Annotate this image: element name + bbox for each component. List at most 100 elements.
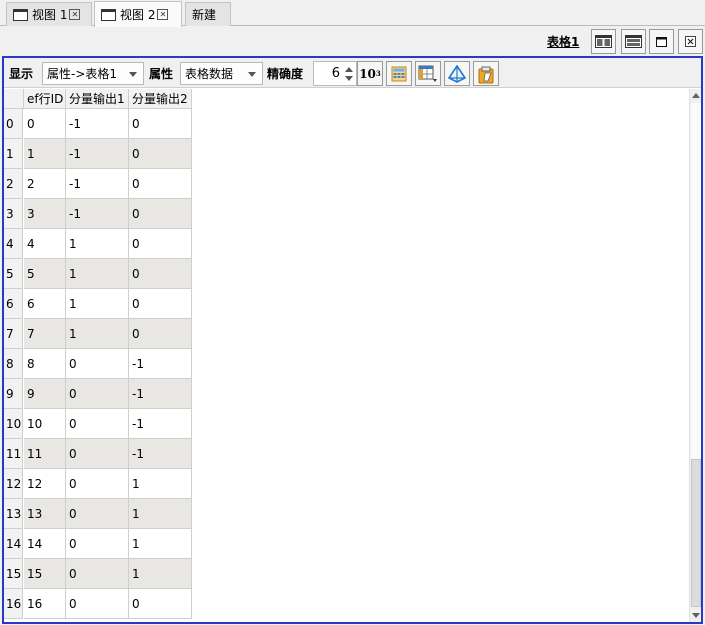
column-header[interactable]: ef行ID [24, 89, 66, 109]
scientific-notation-button[interactable]: 10 3 [357, 61, 383, 86]
column-chooser-button[interactable] [415, 61, 441, 86]
row-header[interactable]: 7 [4, 319, 23, 349]
table-cell[interactable]: 1 [66, 229, 129, 259]
3d-view-button[interactable] [444, 61, 470, 86]
tab-close-icon[interactable]: ✕ [69, 9, 81, 20]
table-cell[interactable]: 0 [66, 499, 129, 529]
tab-new[interactable]: 新建 [185, 2, 231, 26]
table-cell[interactable]: 1 [66, 319, 129, 349]
tab-close-icon[interactable]: ✕ [157, 9, 169, 20]
scroll-thumb[interactable] [691, 459, 701, 607]
table-cell[interactable]: 0 [66, 529, 129, 559]
table-cell[interactable]: 0 [129, 319, 192, 349]
table-cell[interactable]: 10 [24, 409, 66, 439]
table-cell[interactable]: 0 [129, 289, 192, 319]
close-view-button[interactable] [678, 29, 703, 54]
table-cell[interactable]: 0 [66, 469, 129, 499]
table-cell[interactable]: 9 [24, 379, 66, 409]
table-cell[interactable]: 0 [129, 589, 192, 619]
scroll-down-icon[interactable] [692, 613, 700, 618]
row-header[interactable]: 2 [4, 169, 23, 199]
table-cell[interactable]: 1 [129, 499, 192, 529]
table-cell[interactable]: 0 [66, 439, 129, 469]
table-cell[interactable]: -1 [129, 439, 192, 469]
table-cell[interactable]: -1 [129, 409, 192, 439]
table-cell[interactable]: 14 [24, 529, 66, 559]
calculator-button[interactable] [386, 61, 412, 86]
table-cell[interactable]: 0 [66, 349, 129, 379]
table-cell[interactable]: -1 [66, 169, 129, 199]
table-cell[interactable]: 0 [66, 559, 129, 589]
table-cell[interactable]: 16 [24, 589, 66, 619]
table-cell[interactable]: -1 [66, 199, 129, 229]
split-horizontal-button[interactable] [621, 29, 646, 54]
row-header[interactable]: 15 [4, 559, 23, 589]
table-cell[interactable]: 0 [129, 109, 192, 139]
attribute-select-value: 表格数据 [185, 67, 234, 81]
clipboard-button[interactable] [473, 61, 499, 86]
row-header[interactable]: 14 [4, 529, 23, 559]
corner-header[interactable] [4, 89, 24, 109]
attribute-select[interactable]: 表格数据 [180, 62, 263, 85]
scroll-up-icon[interactable] [692, 93, 700, 98]
tab-view-1[interactable]: 视图 1 ✕ [6, 2, 92, 26]
table-cell[interactable]: 1 [24, 139, 66, 169]
row-header[interactable]: 8 [4, 349, 23, 379]
display-select[interactable]: 属性->表格1 [42, 62, 144, 85]
table-cell[interactable]: 0 [66, 409, 129, 439]
table-cell[interactable]: 0 [129, 169, 192, 199]
table-cell[interactable]: 1 [129, 529, 192, 559]
table-cell[interactable]: 0 [129, 199, 192, 229]
table-row: 13 13 0 1 [4, 499, 192, 529]
spin-down-icon[interactable] [345, 76, 353, 81]
table-cell[interactable]: 8 [24, 349, 66, 379]
table-cell[interactable]: 0 [24, 109, 66, 139]
scroll-track[interactable] [691, 103, 701, 459]
row-header[interactable]: 1 [4, 139, 23, 169]
table-cell[interactable]: 15 [24, 559, 66, 589]
row-header[interactable]: 3 [4, 199, 23, 229]
table-cell[interactable]: 11 [24, 439, 66, 469]
table-cell[interactable]: 7 [24, 319, 66, 349]
row-header[interactable]: 0 [4, 109, 23, 139]
table-cell[interactable]: -1 [129, 379, 192, 409]
table-cell[interactable]: 0 [129, 139, 192, 169]
table-cell[interactable]: 13 [24, 499, 66, 529]
maximize-button[interactable] [649, 29, 674, 54]
spin-up-icon[interactable] [345, 67, 353, 72]
row-header[interactable]: 10 [4, 409, 23, 439]
vertical-scrollbar[interactable] [689, 89, 701, 622]
tab-view-2[interactable]: 视图 2 ✕ [94, 1, 182, 27]
row-header[interactable]: 4 [4, 229, 23, 259]
column-header[interactable]: 分量输出2 [129, 89, 192, 109]
row-header[interactable]: 9 [4, 379, 23, 409]
table-cell[interactable]: 5 [24, 259, 66, 289]
row-header[interactable]: 12 [4, 469, 23, 499]
table-cell[interactable]: 3 [24, 199, 66, 229]
row-header[interactable]: 16 [4, 589, 23, 619]
table-cell[interactable]: 1 [66, 289, 129, 319]
precision-spinbox[interactable]: 6 [313, 61, 357, 86]
table-cell[interactable]: 1 [66, 259, 129, 289]
table-cell[interactable]: -1 [66, 109, 129, 139]
table-title-link[interactable]: 表格1 [547, 33, 579, 50]
table-cell[interactable]: 0 [66, 589, 129, 619]
table-cell[interactable]: 0 [129, 229, 192, 259]
row-header[interactable]: 11 [4, 439, 23, 469]
table-cell[interactable]: 1 [129, 469, 192, 499]
table-cell[interactable]: 4 [24, 229, 66, 259]
table-cell[interactable]: -1 [129, 349, 192, 379]
attribute-label: 属性 [149, 67, 174, 81]
row-header[interactable]: 13 [4, 499, 23, 529]
table-cell[interactable]: 1 [129, 559, 192, 589]
split-vertical-button[interactable] [591, 29, 616, 54]
table-cell[interactable]: 0 [66, 379, 129, 409]
row-header[interactable]: 6 [4, 289, 23, 319]
column-header[interactable]: 分量输出1 [66, 89, 129, 109]
table-cell[interactable]: 2 [24, 169, 66, 199]
table-cell[interactable]: -1 [66, 139, 129, 169]
row-header[interactable]: 5 [4, 259, 23, 289]
table-cell[interactable]: 12 [24, 469, 66, 499]
table-cell[interactable]: 0 [129, 259, 192, 289]
table-cell[interactable]: 6 [24, 289, 66, 319]
